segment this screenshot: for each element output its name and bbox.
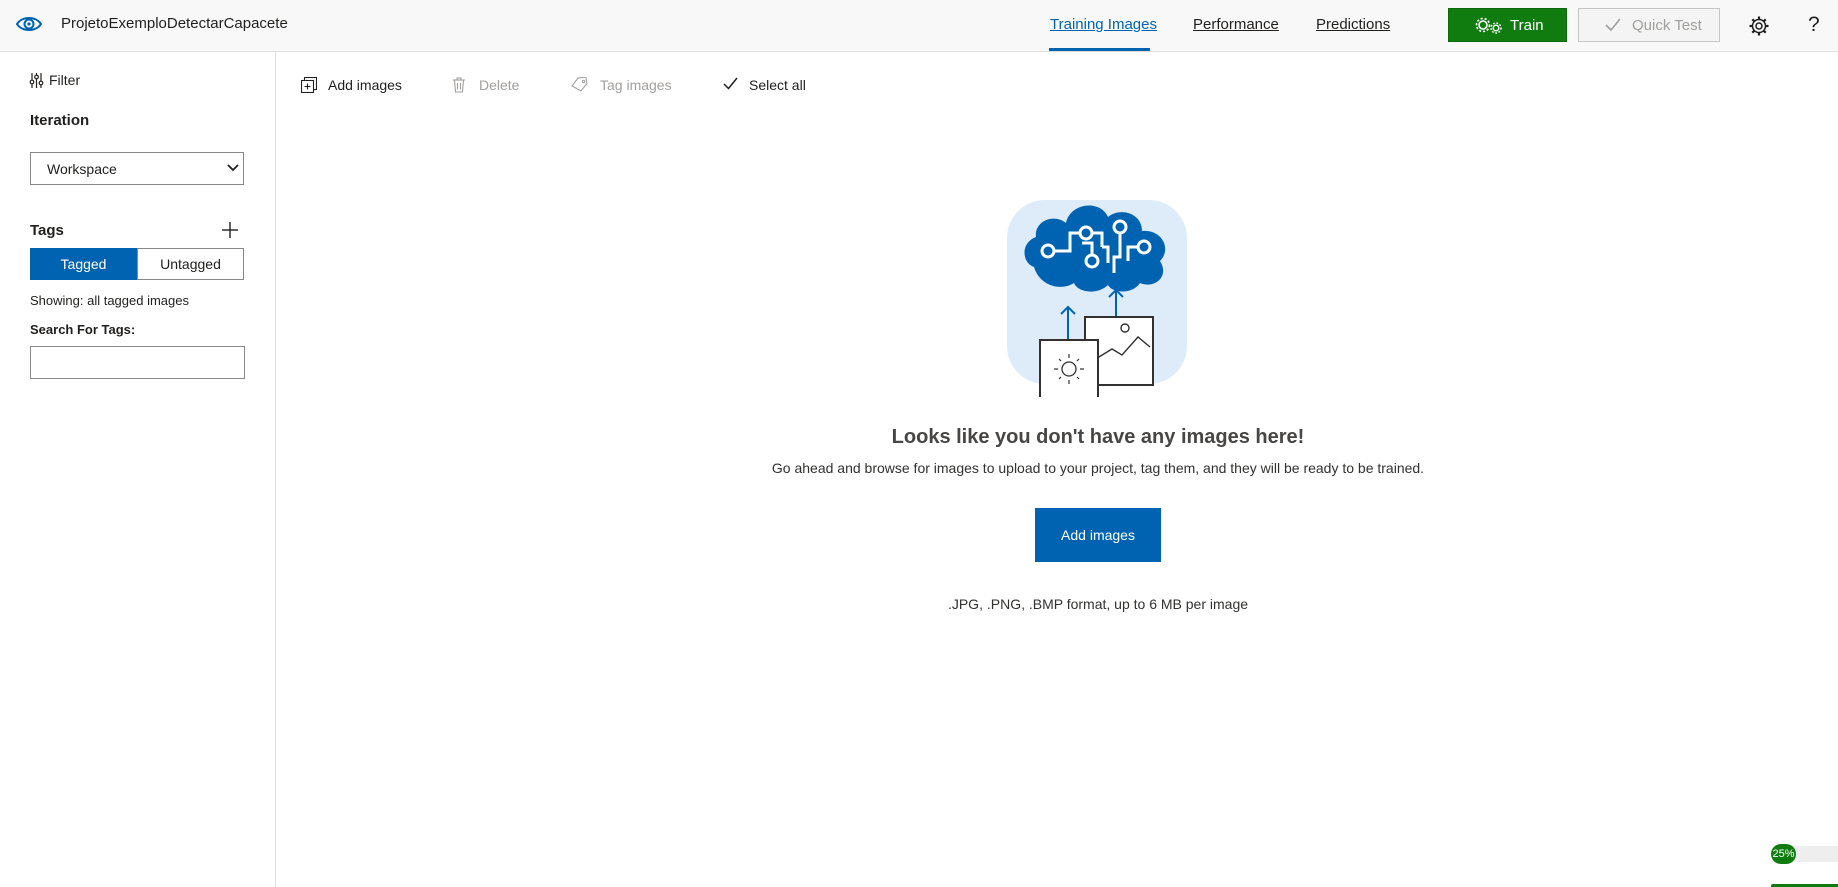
active-tab-indicator: [1049, 48, 1150, 51]
progress-badge: 25%: [1771, 844, 1796, 864]
tag-images-label: Tag images: [600, 77, 672, 93]
add-tag-plus-icon[interactable]: [222, 222, 238, 238]
filter-label: Filter: [49, 72, 81, 88]
tab-predictions[interactable]: Predictions: [1316, 16, 1390, 33]
trash-icon: [453, 77, 465, 93]
search-tags-input[interactable]: [30, 346, 245, 379]
chevron-down-icon: [227, 164, 239, 172]
quick-test-button[interactable]: Quick Test: [1578, 8, 1720, 42]
add-images-label: Add images: [328, 77, 402, 93]
untagged-toggle[interactable]: Untagged: [137, 248, 244, 280]
quick-test-label: Quick Test: [1632, 17, 1702, 34]
add-image-icon: [301, 77, 317, 93]
empty-state-title: Looks like you don't have any images her…: [891, 426, 1305, 448]
train-label: Train: [1510, 17, 1544, 34]
cloud-upload-illustration: [1007, 200, 1187, 397]
empty-state-subtitle: Go ahead and browse for images to upload…: [771, 460, 1425, 476]
iteration-title: Iteration: [30, 112, 90, 129]
showing-text: Showing: all tagged images: [30, 293, 189, 308]
filter-sliders-icon: [29, 73, 44, 88]
search-tags-label: Search For Tags:: [30, 322, 136, 337]
delete-label: Delete: [479, 77, 520, 93]
tab-performance[interactable]: Performance: [1193, 16, 1279, 33]
supported-formats-text: .JPG, .PNG, .BMP format, up to 6 MB per …: [947, 596, 1249, 612]
select-all-label: Select all: [749, 77, 806, 93]
project-name: ProjetoExemploDetectarCapacete: [61, 15, 288, 32]
tagged-toggle[interactable]: Tagged: [30, 248, 137, 280]
help-icon[interactable]: ?: [1808, 13, 1820, 37]
checkmark-icon: [1605, 18, 1621, 32]
train-button[interactable]: Train: [1448, 8, 1567, 42]
tags-title: Tags: [30, 222, 64, 239]
settings-gear-icon[interactable]: [1749, 16, 1769, 36]
top-bar: ProjetoExemploDetectarCapacete Training …: [0, 0, 1838, 52]
iteration-select[interactable]: Workspace: [30, 152, 244, 185]
tab-training-images[interactable]: Training Images: [1050, 16, 1157, 33]
eye-logo-icon[interactable]: [15, 12, 43, 36]
iteration-select-value: Workspace: [47, 161, 117, 177]
gears-icon: [1475, 17, 1502, 34]
upload-progress-indicator: 25%: [1771, 844, 1838, 864]
tag-icon: [571, 77, 588, 92]
select-all-check-icon: [723, 77, 738, 90]
add-images-button[interactable]: Add images: [1035, 508, 1161, 562]
